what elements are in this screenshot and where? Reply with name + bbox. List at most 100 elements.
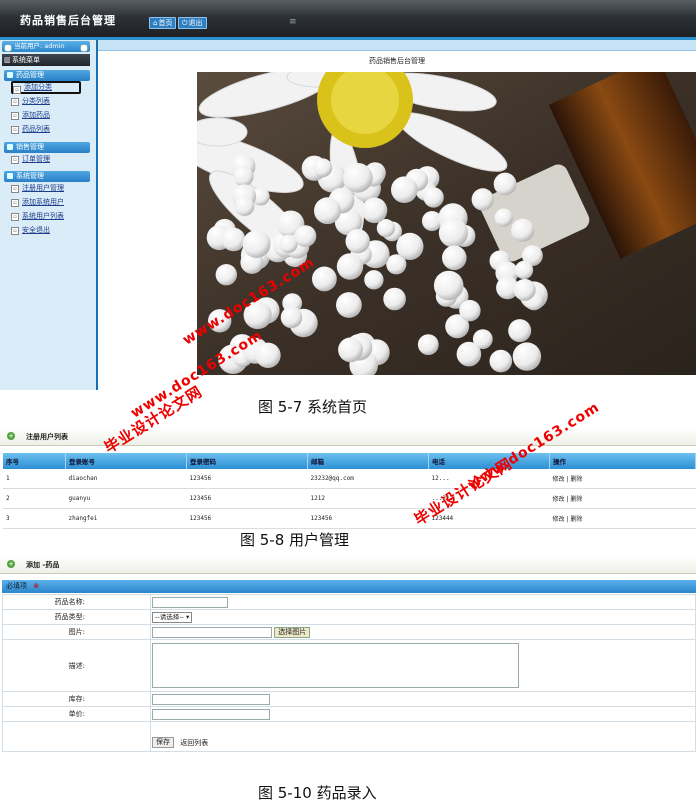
pill-shape [336, 253, 364, 280]
pill-shape [294, 225, 317, 248]
menu-icon[interactable]: ≡ [289, 17, 297, 27]
content-tab-bar [98, 40, 696, 51]
description-textarea[interactable] [152, 643, 519, 688]
folder-icon [7, 72, 13, 78]
menu-bars-icon: ▥ [4, 56, 11, 64]
save-button[interactable]: 保存 [152, 737, 174, 748]
menu-item-drug-list[interactable]: ▫ 药品列表 [11, 123, 50, 135]
back-to-list-link[interactable]: 返回列表 [180, 739, 208, 747]
menu-group-system[interactable]: 系统管理 [4, 171, 90, 182]
add-drug-panel-header: + 添加 -药品 [0, 556, 696, 574]
menu-item-registered-users[interactable]: ▫ 注册用户管理 [11, 182, 64, 194]
pill-shape [459, 299, 481, 322]
box-icon: ▫ [11, 213, 19, 221]
pill-shape [312, 266, 337, 292]
pill-shape [494, 208, 513, 227]
menu-item-category-list[interactable]: ▫ 分类列表 [11, 95, 50, 107]
collapse-icon[interactable]: ⊗ [33, 582, 39, 590]
table-row: 2 guanyu 123456 1212 ...212 修改 | 删除 [3, 488, 696, 509]
system-menu-header: ▥ 系统菜单 [2, 54, 90, 66]
pill-shape [215, 264, 237, 286]
menu-item-add-drug[interactable]: ▫ 添加药品 [11, 109, 50, 121]
form-row: 单价: [2, 706, 696, 722]
price-input[interactable] [152, 708, 270, 720]
pills-photo-graphic [197, 72, 696, 375]
menu-group-sales[interactable]: 销售管理 [4, 142, 90, 153]
col-email: 邮箱 [307, 453, 429, 469]
form-row: 库存: [2, 691, 696, 707]
box-icon: ▫ [11, 98, 19, 106]
table-header-row: 序号 登录账号 登录密码 邮箱 电话 操作 [3, 453, 696, 469]
pill-shape [343, 163, 373, 193]
pill-shape [280, 306, 303, 329]
add-circle-icon: + [7, 560, 15, 568]
pill-shape [493, 172, 517, 196]
pill-shape [314, 197, 341, 225]
figure-caption-3: 图 5-10 药品录入 [258, 784, 377, 802]
add-drug-form: 药品名称: 药品类型: --请选择-- ▾ 图片: 选择图片 描述: 库存: 单… [2, 594, 696, 752]
power-icon: ⏻ [182, 19, 188, 27]
user-table: 序号 登录账号 登录密码 邮箱 电话 操作 1 diaochan 123456 232… [3, 453, 696, 529]
col-index: 序号 [3, 453, 66, 469]
home-icon: ⌂ [153, 19, 158, 27]
admin-home-screenshot: 药品销售后台管理 ⌂首页 ⏻退出 ≡ 当前用户: admin ▥ 系统菜单 药品管… [0, 0, 696, 390]
box-icon: ▫ [11, 126, 19, 134]
required-section-bar: 必填项 ⊗ [2, 580, 696, 593]
row-actions[interactable]: 修改 | 删除 [549, 508, 696, 529]
col-actions: 操作 [549, 453, 696, 469]
row-actions[interactable]: 修改 | 删除 [549, 488, 696, 509]
pill-shape [511, 218, 535, 242]
pin-icon [80, 44, 88, 52]
drug-name-input[interactable] [152, 596, 228, 608]
col-password: 登录密码 [186, 453, 308, 469]
menu-item-system-user-list[interactable]: ▫ 系统用户列表 [11, 210, 64, 222]
pill-shape [313, 158, 333, 178]
logout-button[interactable]: ⏻退出 [178, 17, 207, 29]
drug-type-select[interactable]: --请选择-- ▾ [152, 611, 193, 623]
box-icon: ▫ [11, 199, 19, 207]
box-icon: ▫ [11, 227, 19, 235]
pill-shape [336, 292, 362, 318]
figure-caption-2: 图 5-8 用户管理 [240, 531, 350, 549]
pill-shape [361, 197, 388, 224]
top-header: 药品销售后台管理 ⌂首页 ⏻退出 ≡ [0, 0, 696, 40]
box-icon: ▫ [11, 156, 19, 164]
form-row: 保存 返回列表 [2, 721, 696, 752]
pill-shape [456, 341, 482, 367]
choose-image-button[interactable]: 选择图片 [274, 626, 311, 638]
folder-icon [7, 173, 13, 179]
pill-shape [396, 232, 424, 260]
row-actions[interactable]: 修改 | 删除 [549, 469, 696, 489]
current-user-bar: 当前用户: admin [2, 41, 90, 52]
content-title: 药品销售后台管理 [369, 57, 425, 65]
menu-item-safe-logout[interactable]: ▫ 安全退出 [11, 224, 50, 236]
pill-shape [433, 270, 464, 301]
menu-item-add-system-user[interactable]: ▫ 添加系统用户 [11, 196, 64, 208]
stock-input[interactable] [152, 693, 270, 705]
pill-shape [508, 319, 532, 343]
pill-shape [514, 260, 534, 280]
pin-icon [4, 44, 12, 52]
pill-shape [471, 188, 494, 211]
pill-shape [512, 342, 542, 371]
pill-shape [255, 342, 281, 368]
pill-shape [221, 227, 246, 252]
pill-shape [513, 278, 536, 301]
table-row: 1 diaochan 123456 23232@qq.com 12... 修改 | 删除 [3, 469, 696, 489]
pill-shape [364, 270, 384, 290]
menu-item-add-category[interactable]: ▫ 添加分类 [11, 81, 81, 94]
image-path-input[interactable] [152, 626, 272, 638]
pill-shape [442, 245, 467, 271]
figure-caption-1: 图 5-7 系统首页 [258, 398, 368, 416]
home-button[interactable]: ⌂首页 [149, 17, 177, 29]
menu-group-drug[interactable]: 药品管理 [4, 70, 90, 81]
add-circle-icon: + [7, 432, 15, 440]
box-icon: ▫ [13, 86, 21, 94]
table-row: 3 zhangfei 123456 123456 123444 修改 | 删除 [3, 508, 696, 529]
pill-shape [489, 349, 513, 373]
folder-icon [7, 144, 13, 150]
pill-shape [345, 229, 370, 254]
pill-shape [233, 166, 254, 187]
menu-item-orders[interactable]: ▫ 订单管理 [11, 153, 50, 165]
pill-shape [417, 334, 439, 355]
